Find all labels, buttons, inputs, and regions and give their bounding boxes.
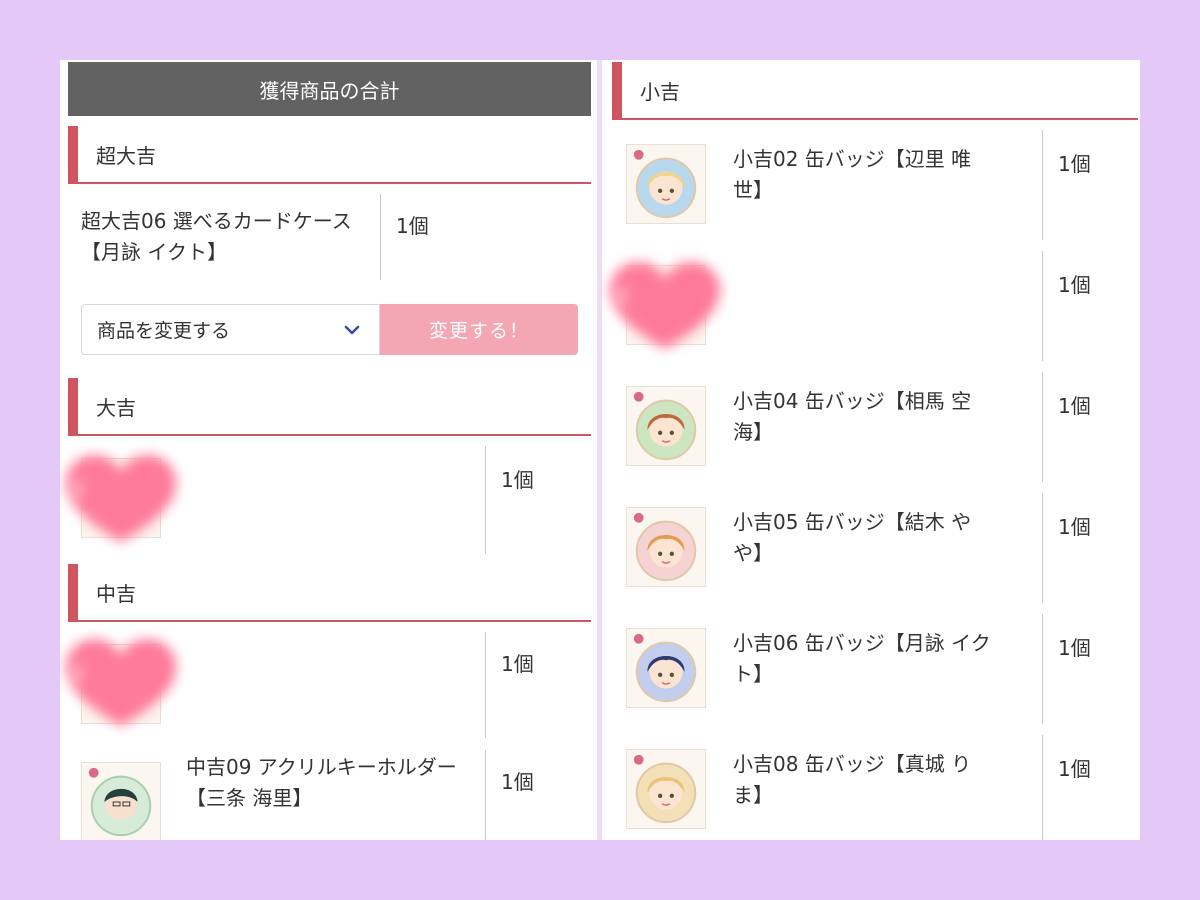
item-quantity: 1個 — [1058, 636, 1091, 660]
product-thumbnail — [626, 144, 706, 224]
total-header-title: 獲得商品の合計 — [259, 78, 400, 103]
item-quantity: 1個 — [501, 468, 534, 492]
section-title: 超大吉 — [96, 143, 156, 168]
item-quantity: 1個 — [501, 770, 534, 794]
right-panel: 小吉 小吉02 缶バッジ【辺里 唯世】 1個 1個 小吉04 缶バッジ【相馬 空海】… — [602, 60, 1140, 840]
select-value: 商品を変更する — [97, 320, 231, 342]
blur-heart-sticker — [62, 634, 180, 732]
list-item: 1個 — [60, 622, 597, 740]
item-name: 小吉04 缶バッジ【相馬 空海】 — [733, 389, 972, 444]
blur-heart-sticker — [62, 450, 180, 548]
section-header-middle: 中吉 — [68, 564, 591, 622]
item-name: 小吉06 缶バッジ【月詠 イク ト】 — [733, 631, 991, 686]
list-item: 小吉05 缶バッジ【結木 やや】 1個 — [602, 493, 1140, 614]
section-title: 中吉 — [96, 581, 136, 606]
column-divider — [1042, 372, 1043, 482]
product-thumbnail — [81, 762, 161, 840]
chevron-down-icon — [344, 325, 360, 335]
section-title: 大吉 — [96, 395, 136, 420]
list-item: 中吉09 アクリルキーホルダー 【三条 海里】 1個 — [60, 740, 597, 840]
product-thumbnail — [626, 507, 706, 587]
column-divider — [485, 446, 486, 554]
section-header-great: 大吉 — [68, 378, 591, 436]
product-thumbnail — [626, 386, 706, 466]
column-divider — [380, 194, 381, 280]
list-item: 小吉04 缶バッジ【相馬 空海】 1個 — [602, 372, 1140, 493]
column-divider — [485, 632, 486, 738]
product-thumbnail — [626, 749, 706, 829]
left-panel: 獲得商品の合計 超大吉 超大吉06 選べるカードケース 【月詠 イクト】 1個 … — [60, 60, 597, 840]
section-title: 小吉 — [640, 79, 680, 104]
item-quantity: 1個 — [1058, 273, 1091, 297]
item-name: 超大吉06 選べるカードケース 【月詠 イクト】 — [81, 209, 352, 264]
total-header-bar: 獲得商品の合計 — [68, 62, 591, 116]
item-quantity: 1個 — [1058, 515, 1091, 539]
item-quantity: 1個 — [1058, 152, 1091, 176]
list-item: 小吉02 缶バッジ【辺里 唯世】 1個 — [602, 130, 1140, 251]
section-header-small-luck: 小吉 — [612, 62, 1138, 120]
item-name: 小吉05 缶バッジ【結木 やや】 — [733, 510, 972, 565]
column-divider — [485, 750, 486, 840]
column-divider — [1042, 251, 1043, 361]
item-quantity: 1個 — [1058, 394, 1091, 418]
item-quantity: 1個 — [1058, 757, 1091, 781]
list-item: 超大吉06 選べるカードケース 【月詠 イクト】 1個 — [60, 184, 597, 304]
product-thumbnail — [626, 628, 706, 708]
blur-heart-sticker — [606, 257, 724, 355]
column-divider — [1042, 130, 1043, 240]
column-divider — [1042, 614, 1043, 724]
item-name: 小吉08 缶バッジ【真城 りま】 — [733, 752, 972, 807]
item-quantity: 1個 — [396, 214, 429, 238]
section-header-super-great: 超大吉 — [68, 126, 591, 184]
list-item: 1個 — [60, 436, 597, 564]
item-quantity: 1個 — [501, 652, 534, 676]
item-name: 中吉09 アクリルキーホルダー 【三条 海里】 — [186, 755, 457, 810]
column-divider — [1042, 735, 1043, 840]
list-item: 小吉06 缶バッジ【月詠 イク ト】 1個 — [602, 614, 1140, 735]
product-change-select[interactable]: 商品を変更する — [81, 304, 380, 355]
item-name: 小吉02 缶バッジ【辺里 唯世】 — [733, 147, 972, 202]
column-divider — [1042, 493, 1043, 603]
list-item: 小吉08 缶バッジ【真城 りま】 1個 — [602, 735, 1140, 840]
change-button[interactable]: 変更する！ — [380, 304, 578, 355]
list-item: 1個 — [602, 251, 1140, 372]
